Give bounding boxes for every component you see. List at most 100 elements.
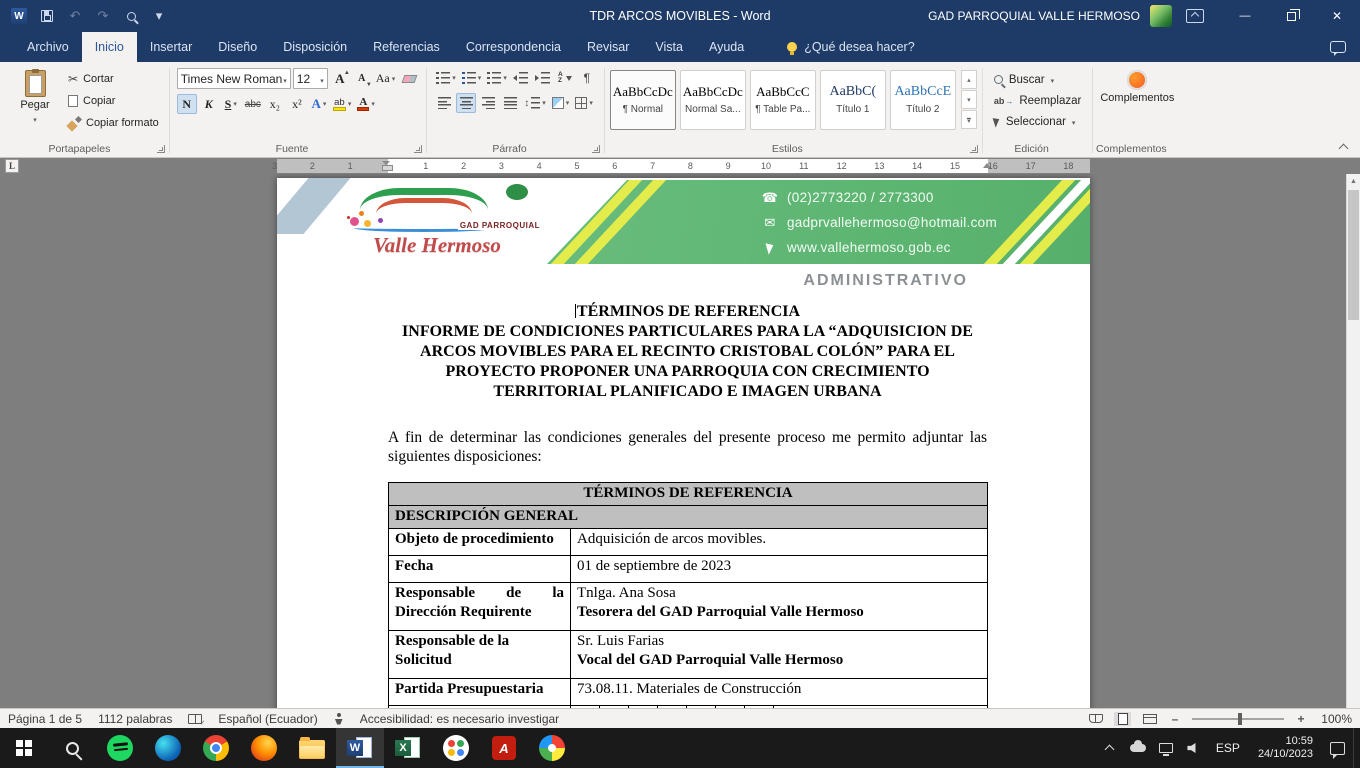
text-effects-button[interactable]: A xyxy=(309,94,329,114)
tab-diseno[interactable]: Diseño xyxy=(205,32,270,62)
indent-marker-left[interactable] xyxy=(382,161,391,171)
change-case-button[interactable]: Aa xyxy=(374,69,398,89)
show-marks-button[interactable]: ¶ xyxy=(577,68,597,88)
scrollbar-thumb[interactable] xyxy=(1348,190,1359,320)
strikethrough-button[interactable]: abc xyxy=(243,94,263,114)
borders-button[interactable] xyxy=(573,93,595,113)
style-table-paragraph[interactable]: AaBbCcC ¶ Table Pa... xyxy=(750,70,816,130)
clock[interactable]: 10:59 24/10/2023 xyxy=(1250,735,1321,761)
dialog-launcher-icon[interactable] xyxy=(970,145,978,153)
onedrive-button[interactable] xyxy=(1126,728,1150,768)
show-desktop-button[interactable] xyxy=(1353,728,1358,768)
replace-button[interactable]: ab Reemplazar xyxy=(988,90,1088,111)
language-indicator[interactable]: Español (Ecuador) xyxy=(218,712,317,726)
customize-quick-access-icon[interactable] xyxy=(146,3,172,29)
style-titulo-2[interactable]: AaBbCcE Título 2 xyxy=(890,70,956,130)
dialog-launcher-icon[interactable] xyxy=(592,145,600,153)
subscript-button[interactable]: x₂ xyxy=(265,94,285,114)
font-color-button[interactable]: A xyxy=(355,94,377,114)
superscript-button[interactable]: x² xyxy=(287,94,307,114)
tab-selector-icon[interactable] xyxy=(5,159,19,173)
styles-scroll-down-icon[interactable] xyxy=(961,90,977,109)
zoom-level[interactable]: 100% xyxy=(1318,712,1352,726)
find-button[interactable]: Buscar xyxy=(988,69,1088,90)
style-normal-sa[interactable]: AaBbCcDc Normal Sa... xyxy=(680,70,746,130)
tab-correspondencia[interactable]: Correspondencia xyxy=(453,32,574,62)
zoom-slider[interactable] xyxy=(1192,718,1284,720)
tab-referencias[interactable]: Referencias xyxy=(360,32,453,62)
tab-disposicion[interactable]: Disposición xyxy=(270,32,360,62)
numbering-button[interactable] xyxy=(460,68,484,88)
file-explorer-button[interactable] xyxy=(288,728,336,768)
acrobat-taskbar-button[interactable] xyxy=(480,728,528,768)
dialog-launcher-icon[interactable] xyxy=(157,145,165,153)
tab-inicio[interactable]: Inicio xyxy=(82,32,137,62)
align-center-button[interactable] xyxy=(456,93,476,113)
shrink-font-button[interactable]: A xyxy=(352,69,372,89)
increase-indent-button[interactable] xyxy=(533,68,553,88)
vertical-scrollbar[interactable] xyxy=(1346,174,1360,708)
accessibility-status[interactable]: Accesibilidad: es necesario investigar xyxy=(360,712,559,726)
account-name[interactable]: GAD PARROQUIAL VALLE HERMOSO xyxy=(928,9,1140,23)
addins-button[interactable]: Complementos xyxy=(1098,65,1176,104)
decrease-indent-button[interactable] xyxy=(511,68,531,88)
format-painter-button[interactable]: Copiar formato xyxy=(63,112,164,134)
excel-taskbar-button[interactable] xyxy=(384,728,432,768)
tab-vista[interactable]: Vista xyxy=(642,32,696,62)
zoom-in-icon[interactable] xyxy=(1294,712,1308,726)
web-layout-button[interactable] xyxy=(1141,712,1158,726)
styles-more-icon[interactable] xyxy=(961,110,977,129)
bullets-button[interactable] xyxy=(434,68,458,88)
font-family-select[interactable]: Times New Roman xyxy=(177,68,291,89)
save-icon[interactable] xyxy=(34,3,60,29)
tab-archivo[interactable]: Archivo xyxy=(14,32,82,62)
photos-taskbar-button[interactable] xyxy=(528,728,576,768)
volume-button[interactable] xyxy=(1182,728,1206,768)
terms-table[interactable]: TÉRMINOS DE REFERENCIA DESCRIPCIÓN GENER… xyxy=(388,482,988,708)
line-spacing-button[interactable] xyxy=(522,93,548,113)
document-page[interactable]: GAD PARROQUIAL Valle Hermoso (02)2773220… xyxy=(277,178,1090,708)
word-count[interactable]: 1112 palabras xyxy=(98,712,172,726)
multilevel-list-button[interactable] xyxy=(485,68,509,88)
cut-button[interactable]: ✂ Cortar xyxy=(63,68,164,90)
collapse-ribbon-icon[interactable] xyxy=(1338,142,1350,152)
paste-button[interactable]: Pegar xyxy=(7,65,63,134)
align-right-button[interactable] xyxy=(478,93,498,113)
zoom-out-icon[interactable] xyxy=(1168,712,1182,726)
minimize-button[interactable] xyxy=(1222,0,1268,32)
scroll-up-icon[interactable] xyxy=(1347,174,1360,188)
tab-insertar[interactable]: Insertar xyxy=(137,32,205,62)
edge-taskbar-button[interactable] xyxy=(144,728,192,768)
underline-button[interactable]: S xyxy=(221,94,241,114)
select-button[interactable]: Seleccionar xyxy=(988,111,1088,132)
tray-chevron-button[interactable] xyxy=(1098,728,1122,768)
undo-icon[interactable] xyxy=(62,3,88,29)
dialog-launcher-icon[interactable] xyxy=(414,145,422,153)
accessibility-icon[interactable] xyxy=(334,713,344,725)
print-layout-button[interactable] xyxy=(1114,712,1131,726)
styles-scroll-up-icon[interactable] xyxy=(961,70,977,89)
network-button[interactable] xyxy=(1154,728,1178,768)
word-app-icon[interactable] xyxy=(6,3,32,29)
ribbon-display-options-icon[interactable] xyxy=(1186,9,1204,23)
print-preview-icon[interactable] xyxy=(118,3,144,29)
grow-font-button[interactable]: A xyxy=(330,69,350,89)
redo-icon[interactable] xyxy=(90,3,116,29)
firefox-taskbar-button[interactable] xyxy=(240,728,288,768)
italic-button[interactable]: K xyxy=(199,94,219,114)
copy-button[interactable]: Copiar xyxy=(63,90,164,112)
style-normal[interactable]: AaBbCcDc ¶ Normal xyxy=(610,70,676,130)
bold-button[interactable]: N xyxy=(177,94,197,114)
google-app-button[interactable] xyxy=(432,728,480,768)
clear-formatting-button[interactable] xyxy=(399,69,419,89)
avatar[interactable] xyxy=(1150,5,1172,27)
tab-ayuda[interactable]: Ayuda xyxy=(696,32,757,62)
chrome-taskbar-button[interactable] xyxy=(192,728,240,768)
justify-button[interactable] xyxy=(500,93,520,113)
align-left-button[interactable] xyxy=(434,93,454,113)
font-size-select[interactable]: 12 xyxy=(293,68,328,89)
maximize-button[interactable] xyxy=(1268,0,1314,32)
taskbar-search-button[interactable] xyxy=(48,728,96,768)
sort-button[interactable] xyxy=(555,68,575,88)
ruler-scale[interactable]: 123123456789101112131415161718 xyxy=(277,159,1090,173)
